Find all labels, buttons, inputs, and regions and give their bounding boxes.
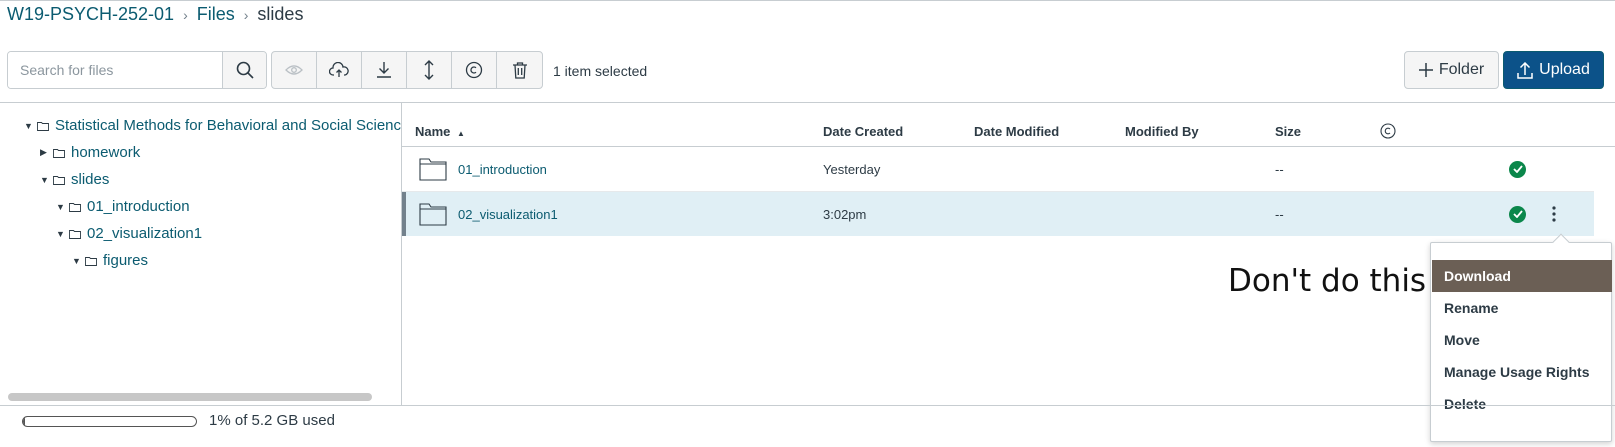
tree-item-figures[interactable]: ▼ figures xyxy=(72,252,148,269)
folder-icon xyxy=(53,175,65,185)
tree-item-label: slides xyxy=(71,171,110,188)
menu-item-rename[interactable]: Rename xyxy=(1432,292,1612,324)
tree-item-label: 02_visualization1 xyxy=(87,225,203,242)
caret-down-icon: ▼ xyxy=(56,201,65,212)
cloud-upload-icon xyxy=(329,62,349,77)
annotation-text: Don't do this xyxy=(1228,263,1427,299)
publish-toggle[interactable] xyxy=(1509,192,1526,236)
folder-tree: ▼ Statistical Methods for Behavioral and… xyxy=(0,103,401,405)
chevron-right-icon: › xyxy=(183,6,188,23)
breadcrumb-current: slides xyxy=(257,4,304,24)
search-button[interactable] xyxy=(222,52,266,88)
folder-icon xyxy=(419,192,447,236)
download-button[interactable] xyxy=(362,52,407,88)
tree-item-label: 01_introduction xyxy=(87,198,190,215)
copyright-icon xyxy=(465,61,483,79)
folder-icon xyxy=(53,148,65,158)
chevron-right-icon: › xyxy=(243,6,249,23)
delete-button[interactable] xyxy=(497,52,542,88)
file-name-link[interactable]: 02_visualization1 xyxy=(458,192,558,236)
kebab-menu-icon xyxy=(1552,206,1556,222)
folder-icon xyxy=(419,147,447,191)
eye-icon xyxy=(285,65,303,75)
plus-icon xyxy=(1418,63,1433,77)
folder-icon xyxy=(69,202,81,212)
menu-item-download[interactable]: Download xyxy=(1432,260,1612,292)
table-row[interactable]: 02_visualization1 3:02pm -- xyxy=(402,192,1594,236)
more-actions-button[interactable] xyxy=(1552,192,1556,236)
folder-icon xyxy=(37,121,49,131)
breadcrumb-files[interactable]: Files xyxy=(197,4,235,25)
move-icon xyxy=(424,60,434,80)
column-header-usage-rights xyxy=(1380,123,1396,142)
file-actions-toolbar xyxy=(271,51,543,89)
folder-icon xyxy=(69,229,81,239)
add-folder-label: Folder xyxy=(1438,61,1485,78)
storage-quota-fill xyxy=(23,417,25,426)
menu-item-move[interactable]: Move xyxy=(1432,324,1612,356)
tree-item-01-introduction[interactable]: ▼ 01_introduction xyxy=(56,198,190,215)
menu-item-delete[interactable]: Delete xyxy=(1432,388,1612,420)
tree-item-label: Statistical Methods for Behavioral and S… xyxy=(55,117,401,134)
selection-count: 1 item selected xyxy=(553,63,648,79)
search-box xyxy=(7,51,267,89)
tree-item-label: figures xyxy=(103,252,149,269)
breadcrumb: W19-PSYCH-252-01 › Files › slides xyxy=(7,4,303,25)
preview-button[interactable] xyxy=(272,52,317,88)
column-header-name[interactable]: Name ▲ xyxy=(415,124,465,139)
footer-divider xyxy=(0,405,1615,406)
upload-button[interactable]: Upload xyxy=(1503,51,1604,89)
tree-horizontal-scrollbar[interactable] xyxy=(8,393,372,401)
add-folder-button[interactable]: Folder xyxy=(1404,51,1499,89)
upload-label: Upload xyxy=(1539,61,1590,78)
file-size: -- xyxy=(1275,161,1284,177)
column-header-size[interactable]: Size xyxy=(1275,124,1301,139)
trash-icon xyxy=(512,62,527,79)
sort-ascending-icon: ▲ xyxy=(457,129,465,138)
publish-toggle[interactable] xyxy=(1509,147,1526,191)
tree-item-slides[interactable]: ▼ slides xyxy=(40,171,109,188)
table-row[interactable]: 01_introduction Yesterday -- xyxy=(402,147,1594,191)
published-check-icon xyxy=(1509,160,1526,178)
tree-item-label: homework xyxy=(71,144,141,161)
file-size: -- xyxy=(1275,206,1284,222)
date-created: Yesterday xyxy=(823,161,881,177)
file-name-link[interactable]: 01_introduction xyxy=(458,147,547,191)
download-icon xyxy=(377,62,391,78)
tree-item-homework[interactable]: ▶ homework xyxy=(40,144,140,161)
column-header-name-label: Name xyxy=(415,124,451,139)
upload-icon xyxy=(1517,61,1533,79)
caret-down-icon: ▼ xyxy=(56,228,65,239)
column-header-date-created[interactable]: Date Created xyxy=(823,124,903,139)
storage-quota-text: 1% of 5.2 GB used xyxy=(209,412,335,429)
usage-rights-button[interactable] xyxy=(452,52,497,88)
published-check-icon xyxy=(1509,205,1526,223)
menu-item-manage-usage-rights[interactable]: Manage Usage Rights xyxy=(1432,356,1612,388)
top-border xyxy=(0,0,1615,1)
copyright-icon xyxy=(1380,123,1396,139)
tree-item-02-visualization1[interactable]: ▼ 02_visualization1 xyxy=(56,225,202,242)
move-button[interactable] xyxy=(407,52,452,88)
tree-item-root[interactable]: ▼ Statistical Methods for Behavioral and… xyxy=(24,117,401,134)
caret-down-icon: ▼ xyxy=(24,120,33,131)
caret-down-icon: ▼ xyxy=(40,174,49,185)
publish-button[interactable] xyxy=(317,52,362,88)
row-actions-menu: Download Rename Move Manage Usage Rights… xyxy=(1430,242,1612,442)
storage-quota-bar xyxy=(22,416,197,427)
search-icon xyxy=(236,61,254,79)
column-header-modified-by[interactable]: Modified By xyxy=(1125,124,1199,139)
caret-down-icon: ▼ xyxy=(72,255,81,266)
folder-icon xyxy=(85,256,97,266)
caret-right-icon: ▶ xyxy=(40,147,47,157)
column-header-date-modified[interactable]: Date Modified xyxy=(974,124,1059,139)
breadcrumb-course[interactable]: W19-PSYCH-252-01 xyxy=(7,4,174,25)
search-input[interactable] xyxy=(8,52,222,88)
date-created: 3:02pm xyxy=(823,206,867,222)
